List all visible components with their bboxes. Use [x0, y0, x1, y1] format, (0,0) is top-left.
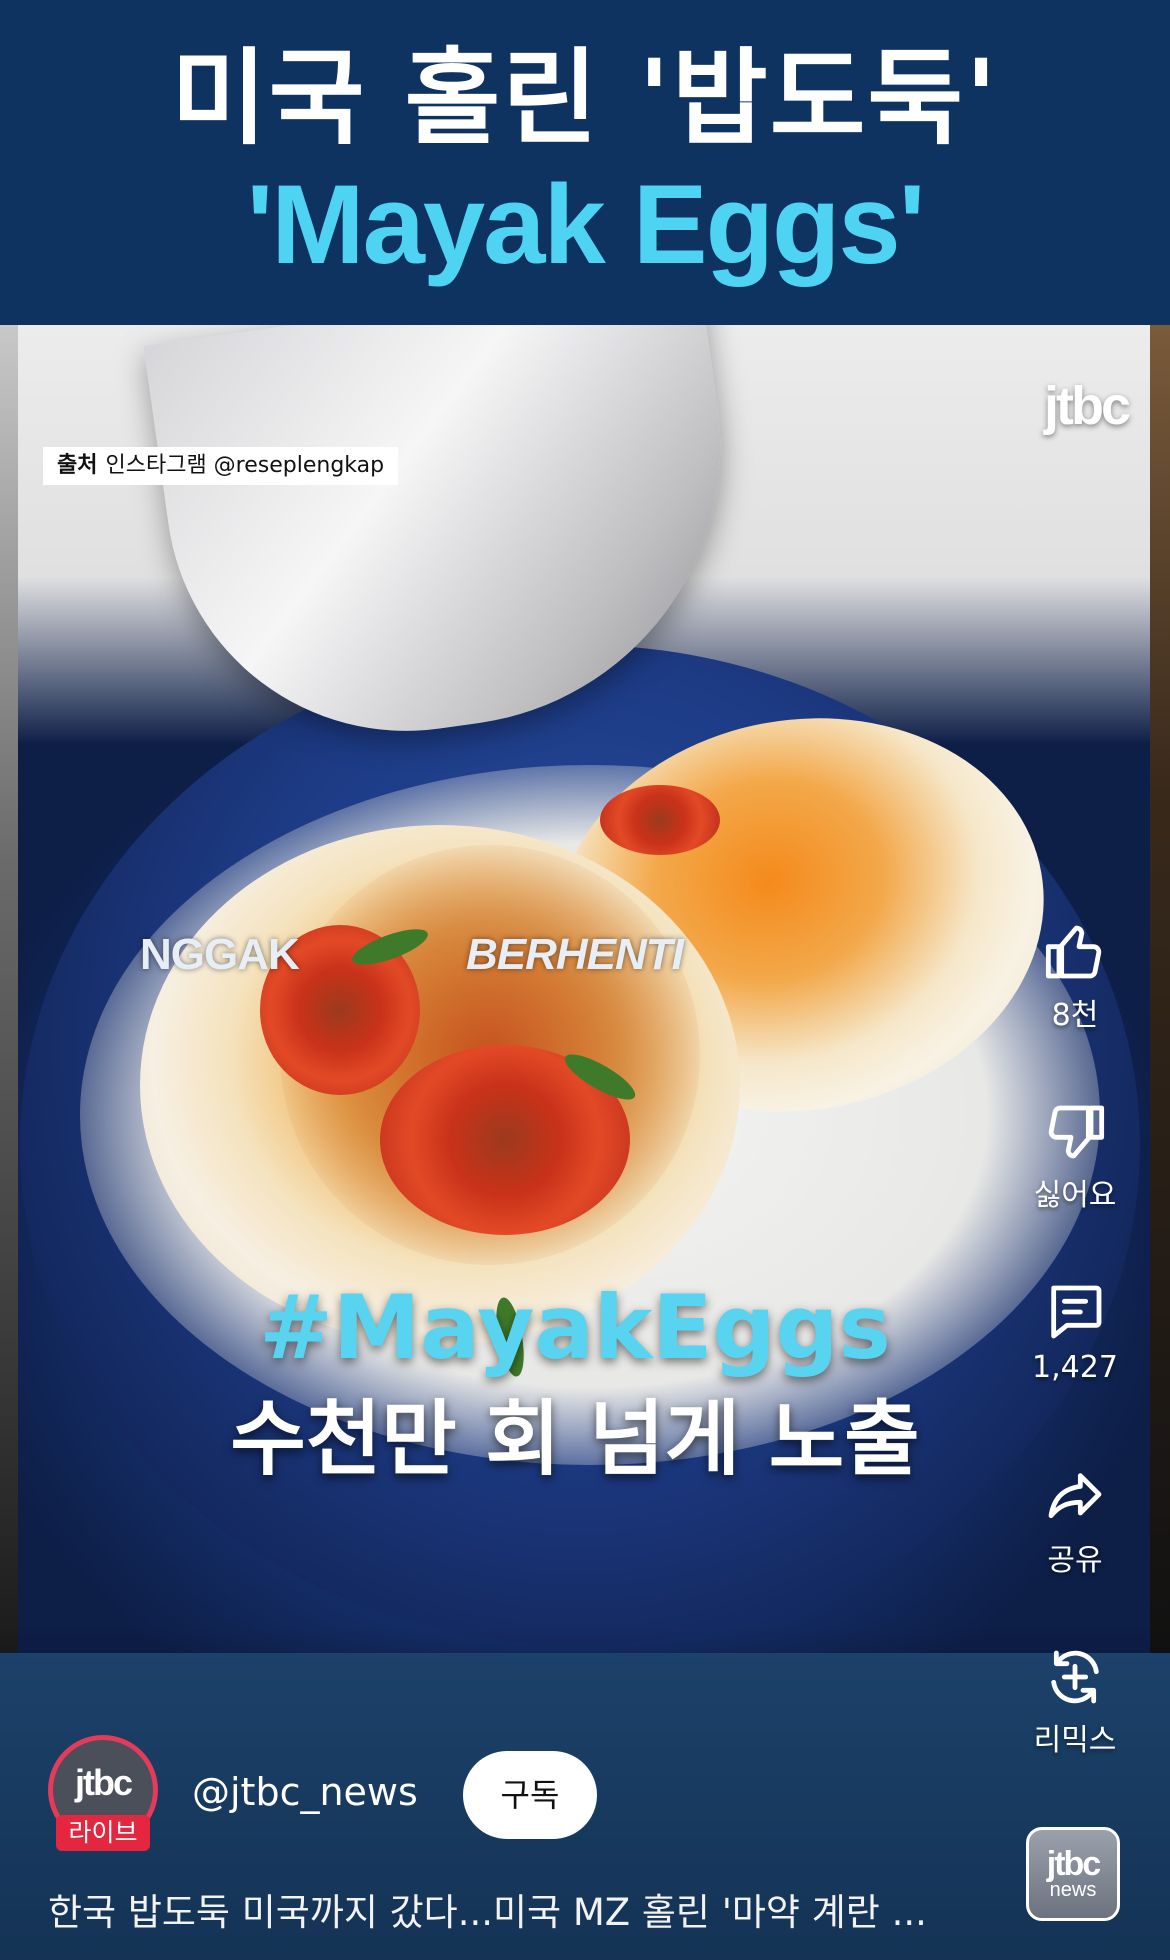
- jtbc-logo: jtbc: [74, 1762, 133, 1803]
- source-caption-text: 인스타그램 @reseplengkap: [105, 453, 385, 478]
- sound-source-thumbnail[interactable]: jtbc news: [1026, 1827, 1120, 1921]
- subtitle-caption: 수천만 회 넘게 노출: [230, 1392, 920, 1487]
- video-shade: [0, 1625, 1170, 1653]
- dislike-button[interactable]: 싫어요: [1010, 1100, 1140, 1214]
- like-button[interactable]: 8천: [1010, 920, 1140, 1034]
- thumbs-down-icon: [1048, 1105, 1105, 1159]
- video-title-banner: 미국 홀린 '밥도둑' 'Mayak Eggs': [0, 0, 1170, 325]
- share-icon: [1048, 1473, 1102, 1519]
- live-badge: 라이브: [56, 1815, 150, 1851]
- thumbs-up-icon: [1045, 925, 1102, 979]
- subscribe-button[interactable]: 구독: [463, 1751, 597, 1839]
- share-button[interactable]: 공유: [1010, 1465, 1140, 1579]
- like-count: 8천: [1051, 998, 1099, 1033]
- dislike-label: 싫어요: [1033, 1178, 1117, 1213]
- source-caption: 출처 인스타그램 @reseplengkap: [43, 447, 399, 485]
- remix-label: 리믹스: [1033, 1723, 1117, 1758]
- share-label: 공유: [1047, 1543, 1103, 1578]
- video-overlay-text: NGGAK: [140, 930, 300, 979]
- comment-button[interactable]: 1,427: [1010, 1280, 1140, 1385]
- video-edge: [1150, 325, 1170, 1653]
- jtbc-watermark: jtbc: [1043, 376, 1131, 436]
- remix-button[interactable]: 리믹스: [1010, 1645, 1140, 1759]
- hashtag-caption: #MayakEggs: [259, 1276, 891, 1379]
- video-overlay-text: BERHENTI: [466, 930, 684, 979]
- video-description[interactable]: 한국 밥도둑 미국까지 갔다...미국 MZ 홀린 '마약 계란 ...: [48, 1882, 988, 1936]
- tomato-image: [600, 785, 720, 855]
- comment-count: 1,427: [1032, 1350, 1118, 1385]
- remix-icon: [1051, 1650, 1099, 1704]
- title-english: 'Mayak Eggs': [246, 161, 926, 287]
- title-korean: 미국 홀린 '밥도둑': [171, 36, 999, 159]
- news-logo-text: news: [1049, 1879, 1097, 1901]
- jtbc-logo: jtbc: [1046, 1845, 1101, 1883]
- comment-icon: [1051, 1285, 1102, 1339]
- source-caption-label: 출처: [57, 453, 98, 478]
- channel-handle[interactable]: @jtbc_news: [192, 1770, 418, 1814]
